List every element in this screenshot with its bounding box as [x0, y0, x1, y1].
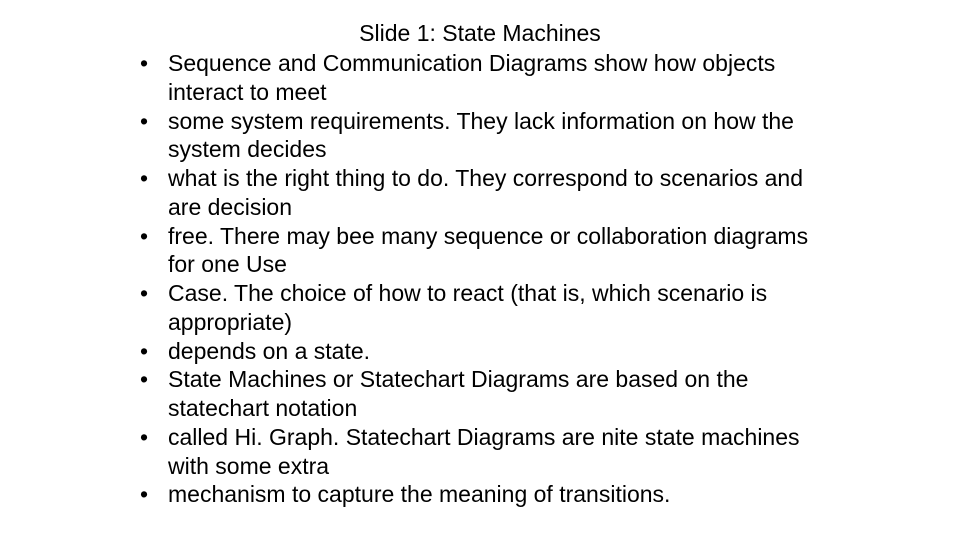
list-item: called Hi. Graph. Statechart Diagrams ar… [140, 423, 840, 481]
slide-container: Slide 1: State Machines Sequence and Com… [120, 20, 840, 509]
list-item: some system requirements. They lack info… [140, 107, 840, 165]
slide-title: Slide 1: State Machines [120, 20, 840, 47]
bullet-list: Sequence and Communication Diagrams show… [120, 49, 840, 509]
list-item: mechanism to capture the meaning of tran… [140, 480, 840, 509]
list-item: depends on a state. [140, 337, 840, 366]
list-item: what is the right thing to do. They corr… [140, 164, 840, 222]
list-item: Case. The choice of how to react (that i… [140, 279, 840, 337]
list-item: free. There may bee many sequence or col… [140, 222, 840, 280]
list-item: Sequence and Communication Diagrams show… [140, 49, 840, 107]
list-item: State Machines or Statechart Diagrams ar… [140, 365, 840, 423]
